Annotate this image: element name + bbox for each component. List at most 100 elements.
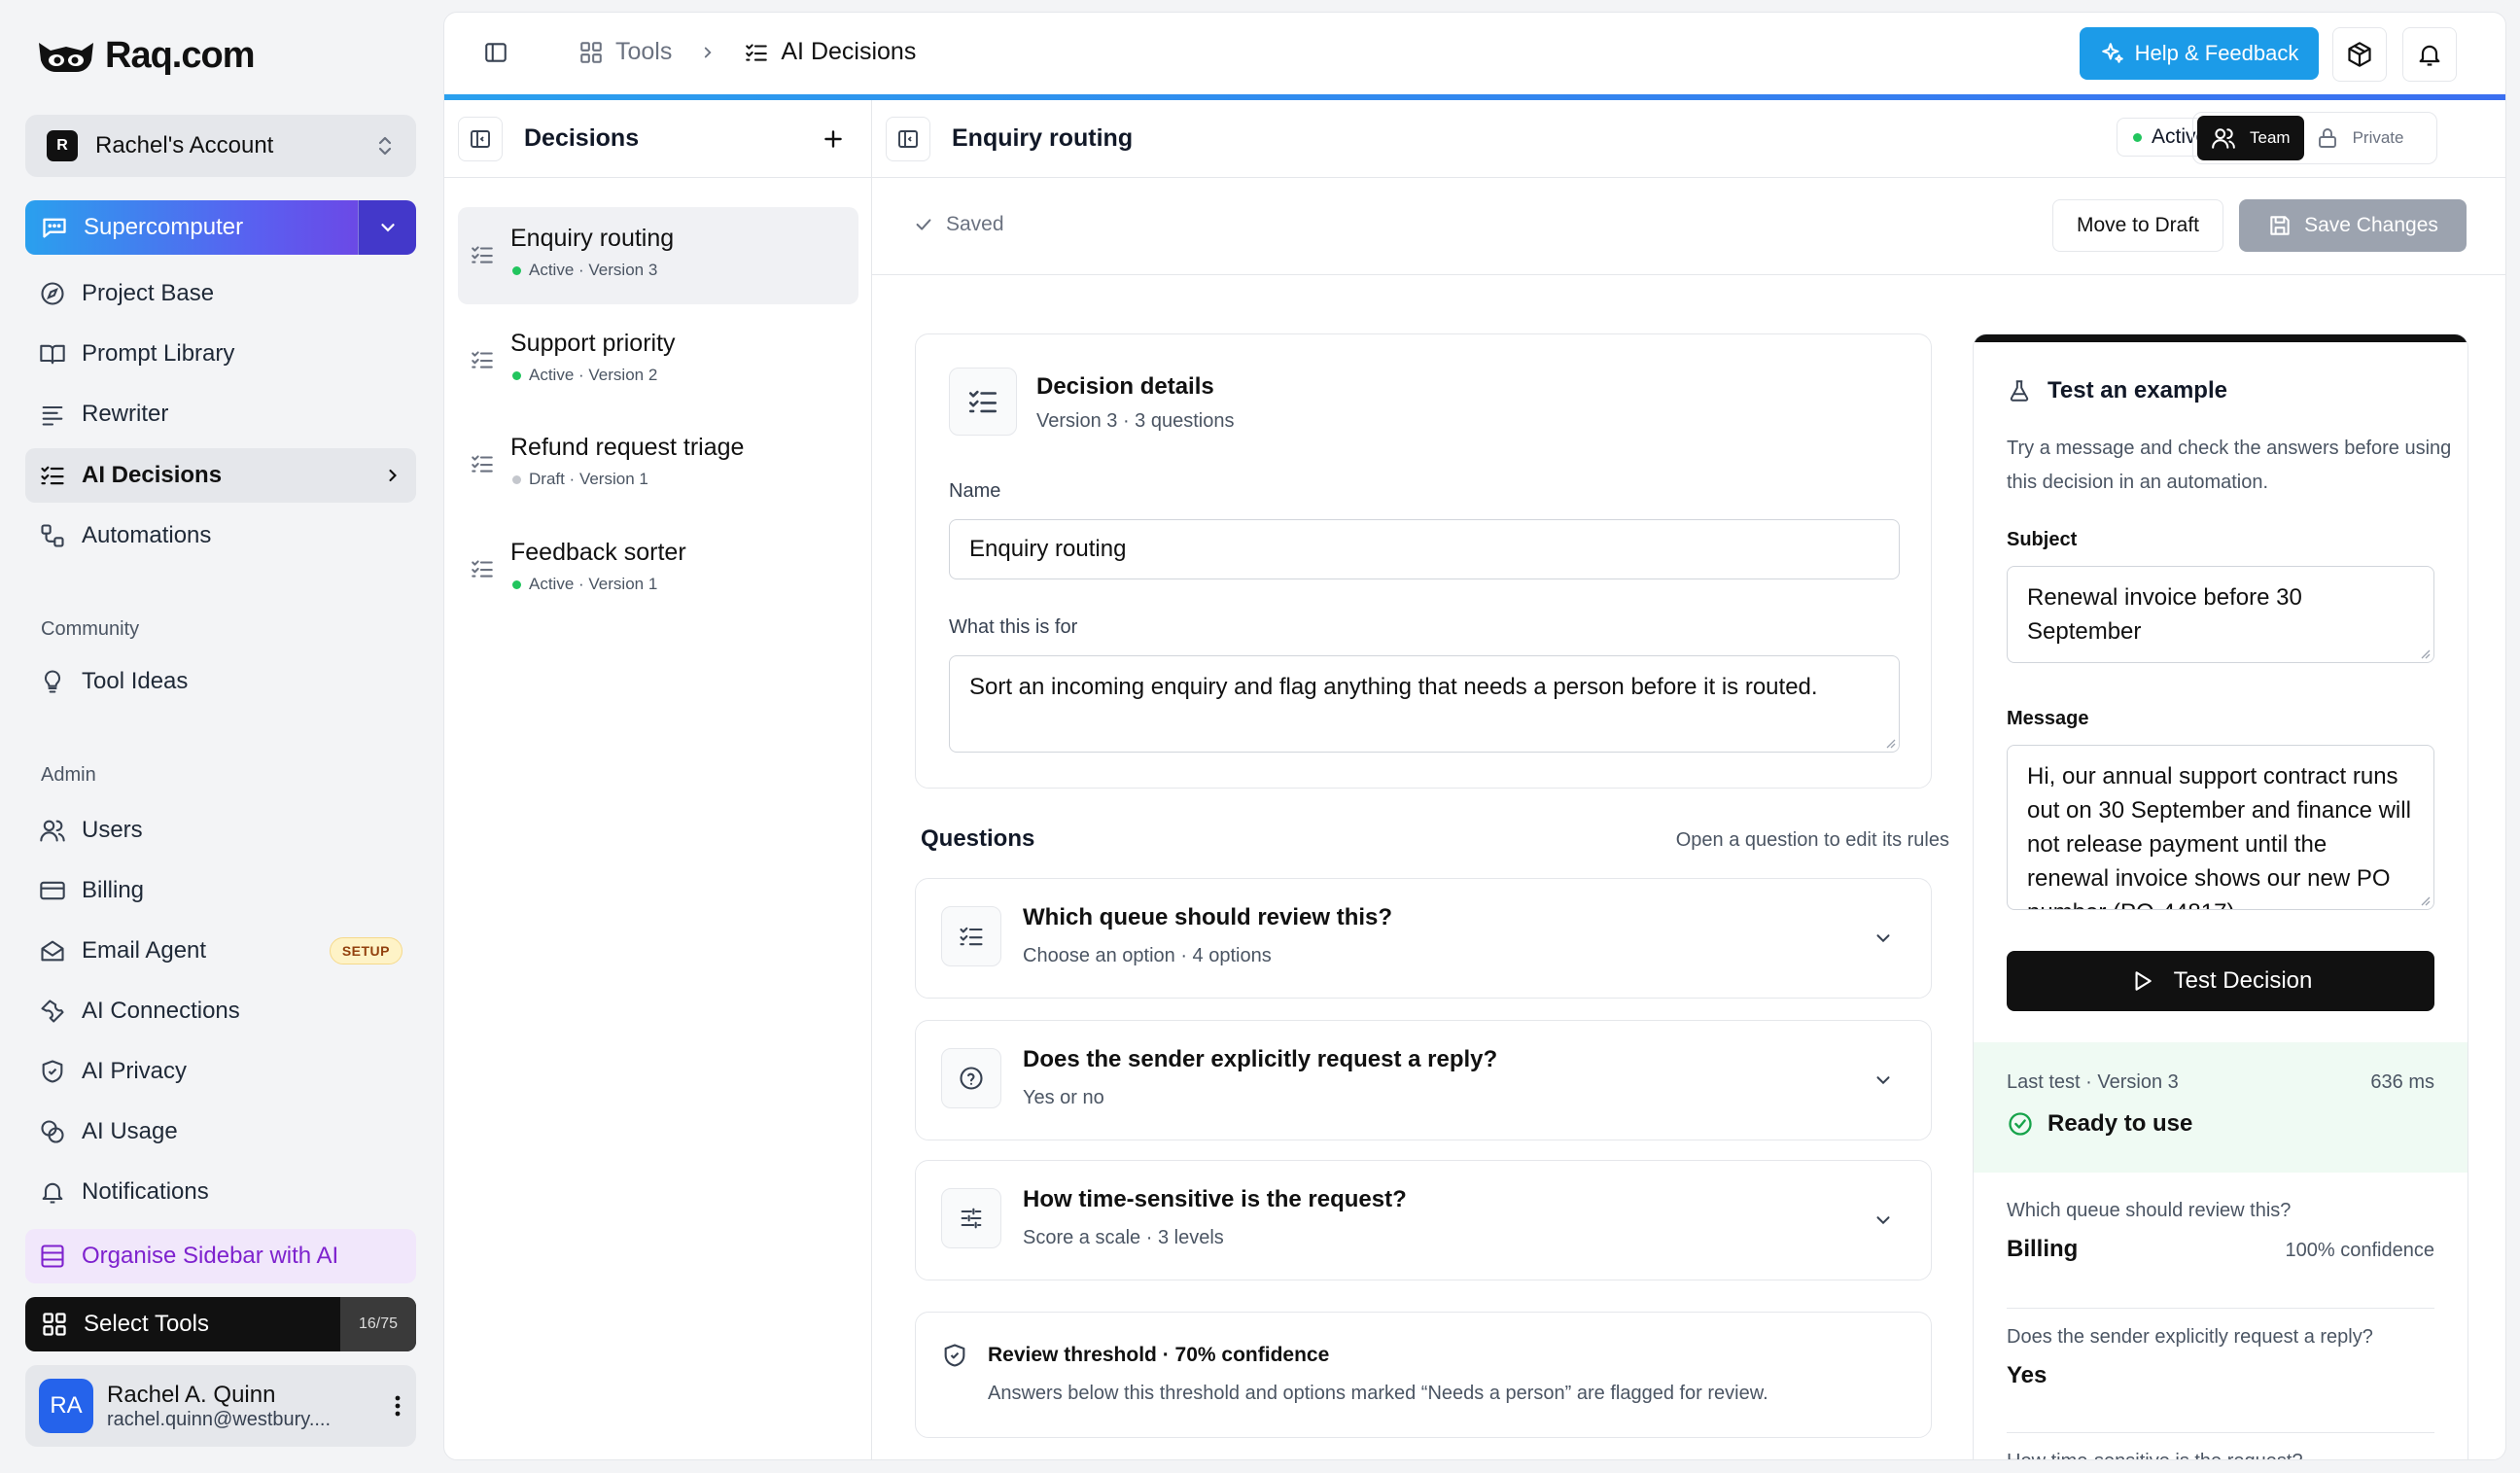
main-panel: Tools AI Decisions Help & Feedback Decis…	[443, 12, 2506, 1460]
help-feedback-button[interactable]: Help & Feedback	[2080, 27, 2319, 80]
message-text: Hi, our annual support contract runs out…	[2027, 763, 2411, 909]
test-description: Try a message and check the answers befo…	[2007, 438, 2452, 493]
sidebar-item-label: AI Decisions	[82, 462, 223, 488]
sidebar-toggle-icon[interactable]	[483, 40, 508, 65]
question-subtitle: Yes or no	[1023, 1087, 1104, 1108]
tools-count: 16/75	[340, 1297, 416, 1351]
organise-sidebar-button[interactable]: Organise Sidebar with AI	[25, 1229, 416, 1283]
sidebar-item-notifications[interactable]: Notifications	[25, 1165, 416, 1219]
sidebar-item-ai-usage[interactable]: AI Usage	[25, 1105, 416, 1159]
question-title: Which queue should review this?	[1023, 904, 1393, 930]
toggle-list-button[interactable]	[886, 116, 930, 161]
plus-icon[interactable]	[821, 126, 846, 152]
question-subtitle: Score a scale · 3 levels	[1023, 1227, 1224, 1248]
name-input[interactable]: Enquiry routing	[949, 519, 1900, 579]
more-vertical-icon[interactable]	[393, 1392, 402, 1420]
threshold-description: Answers below this threshold and options…	[988, 1383, 1768, 1404]
decisions-header: Decisions	[444, 100, 871, 178]
breadcrumb: Tools AI Decisions	[578, 38, 916, 66]
sidebar-item-ai-decisions[interactable]: AI Decisions	[25, 448, 416, 503]
chevron-down-icon[interactable]	[1872, 928, 1894, 949]
editor-header: Enquiry routing Active Team Private	[872, 100, 2505, 178]
sidebar-item-users[interactable]: Users	[25, 803, 416, 858]
status-dot	[512, 265, 521, 275]
save-changes-button[interactable]: Save Changes	[2239, 199, 2467, 252]
chevron-down-icon[interactable]	[1872, 1210, 1894, 1231]
brand-name: Raq.com	[105, 35, 255, 76]
purpose-textarea[interactable]: Sort an incoming enquiry and flag anythi…	[949, 655, 1900, 753]
sidebar-item-label: Users	[82, 817, 143, 843]
chevron-down-icon	[377, 217, 399, 238]
organise-label: Organise Sidebar with AI	[82, 1243, 339, 1269]
subject-textarea[interactable]: Renewal invoice before 30 September	[2007, 566, 2434, 663]
user-email: rachel.quinn@westbury....	[107, 1408, 332, 1430]
play-icon	[2129, 968, 2154, 994]
decision-item-support-priority[interactable]: Support priority Active · Version 2	[458, 312, 858, 409]
sidebar-item-tool-ideas[interactable]: Tool Ideas	[25, 654, 416, 709]
supercomputer-dropdown[interactable]	[358, 200, 416, 255]
decision-item-enquiry-routing[interactable]: Enquiry routing Active · Version 3	[458, 207, 858, 304]
answer-confidence: 100% confidence	[2285, 1240, 2434, 1261]
package-icon	[2346, 41, 2373, 68]
account-switcher[interactable]: R Rachel's Account	[25, 115, 416, 177]
questions-title: Questions	[921, 825, 1035, 852]
decision-meta: Active · Version 1	[529, 575, 658, 593]
purpose-label: What this is for	[949, 616, 1078, 638]
credit-card-icon	[39, 877, 66, 904]
panel-accent-line	[1974, 334, 2468, 342]
user-name: Rachel A. Quinn	[107, 1381, 276, 1408]
supercomputer-button[interactable]: Supercomputer	[25, 200, 416, 255]
sidebar-item-email-agent[interactable]: Email Agent SETUP	[25, 924, 416, 978]
decision-name: Refund request triage	[510, 434, 745, 461]
question-card-queue[interactable]: Which queue should review this? Choose a…	[915, 878, 1932, 999]
text-lines-icon	[39, 401, 66, 428]
supercomputer-label: Supercomputer	[84, 214, 244, 240]
question-icon-tile	[941, 906, 1001, 966]
sidebar-item-project-base[interactable]: Project Base	[25, 266, 416, 321]
sidebar-item-label: Email Agent	[82, 937, 207, 964]
move-to-draft-button[interactable]: Move to Draft	[2052, 199, 2223, 252]
sidebar-item-billing[interactable]: Billing	[25, 863, 416, 918]
breadcrumb-tools[interactable]: Tools	[615, 38, 672, 66]
sparkles-icon	[2100, 41, 2125, 66]
package-button[interactable]	[2332, 27, 2387, 82]
resize-grip-icon[interactable]	[2419, 894, 2431, 906]
chevron-right-icon	[383, 466, 402, 485]
save-changes-label: Save Changes	[2304, 214, 2438, 236]
decision-editor: Enquiry routing Active Team Private Save…	[872, 100, 2505, 1459]
save-bar: Saved Move to Draft Save Changes	[872, 178, 2505, 275]
sliders-icon	[958, 1205, 985, 1232]
decision-item-refund-request-triage[interactable]: Refund request triage Draft · Version 1	[458, 416, 858, 513]
answer-value: Billing	[2007, 1236, 2079, 1262]
chat-icon	[41, 214, 68, 241]
question-card-reply[interactable]: Does the sender explicitly request a rep…	[915, 1020, 1932, 1140]
resize-grip-icon[interactable]	[2419, 648, 2431, 659]
message-textarea[interactable]: Hi, our annual support contract runs out…	[2007, 745, 2434, 910]
status-dot	[2133, 132, 2142, 142]
notifications-button[interactable]	[2402, 27, 2457, 82]
sidebar-item-prompt-library[interactable]: Prompt Library	[25, 327, 416, 381]
resize-grip-icon[interactable]	[1884, 737, 1896, 749]
test-duration: 636 ms	[2370, 1071, 2434, 1093]
collapse-list-button[interactable]	[458, 116, 503, 161]
user-profile[interactable]: RA Rachel A. Quinn rachel.quinn@westbury…	[25, 1365, 416, 1447]
list-checks-icon	[470, 451, 495, 476]
sidebar-item-rewriter[interactable]: Rewriter	[25, 387, 416, 441]
bell-icon	[2416, 41, 2443, 68]
brand-logo[interactable]: Raq.com	[35, 35, 255, 77]
chevron-down-icon[interactable]	[1872, 1070, 1894, 1091]
visibility-team[interactable]: Team	[2197, 116, 2304, 160]
decision-details-card: Decision details Version 3 · 3 questions…	[915, 333, 1932, 789]
sidebar-item-ai-privacy[interactable]: AI Privacy	[25, 1044, 416, 1099]
decision-item-feedback-sorter[interactable]: Feedback sorter Active · Version 1	[458, 521, 858, 618]
test-decision-button[interactable]: Test Decision	[2007, 951, 2434, 1011]
sidebar-item-automations[interactable]: Automations	[25, 509, 416, 563]
question-card-time-sensitive[interactable]: How time-sensitive is the request? Score…	[915, 1160, 1932, 1280]
panel-left-icon	[898, 129, 918, 148]
lock-icon	[2316, 125, 2339, 151]
sidebar-item-ai-connections[interactable]: AI Connections	[25, 984, 416, 1038]
visibility-private[interactable]: Private	[2304, 125, 2416, 151]
supercomputer-main[interactable]: Supercomputer	[25, 200, 358, 255]
save-icon	[2267, 213, 2292, 238]
select-tools-button[interactable]: Select Tools 16/75	[25, 1297, 416, 1351]
